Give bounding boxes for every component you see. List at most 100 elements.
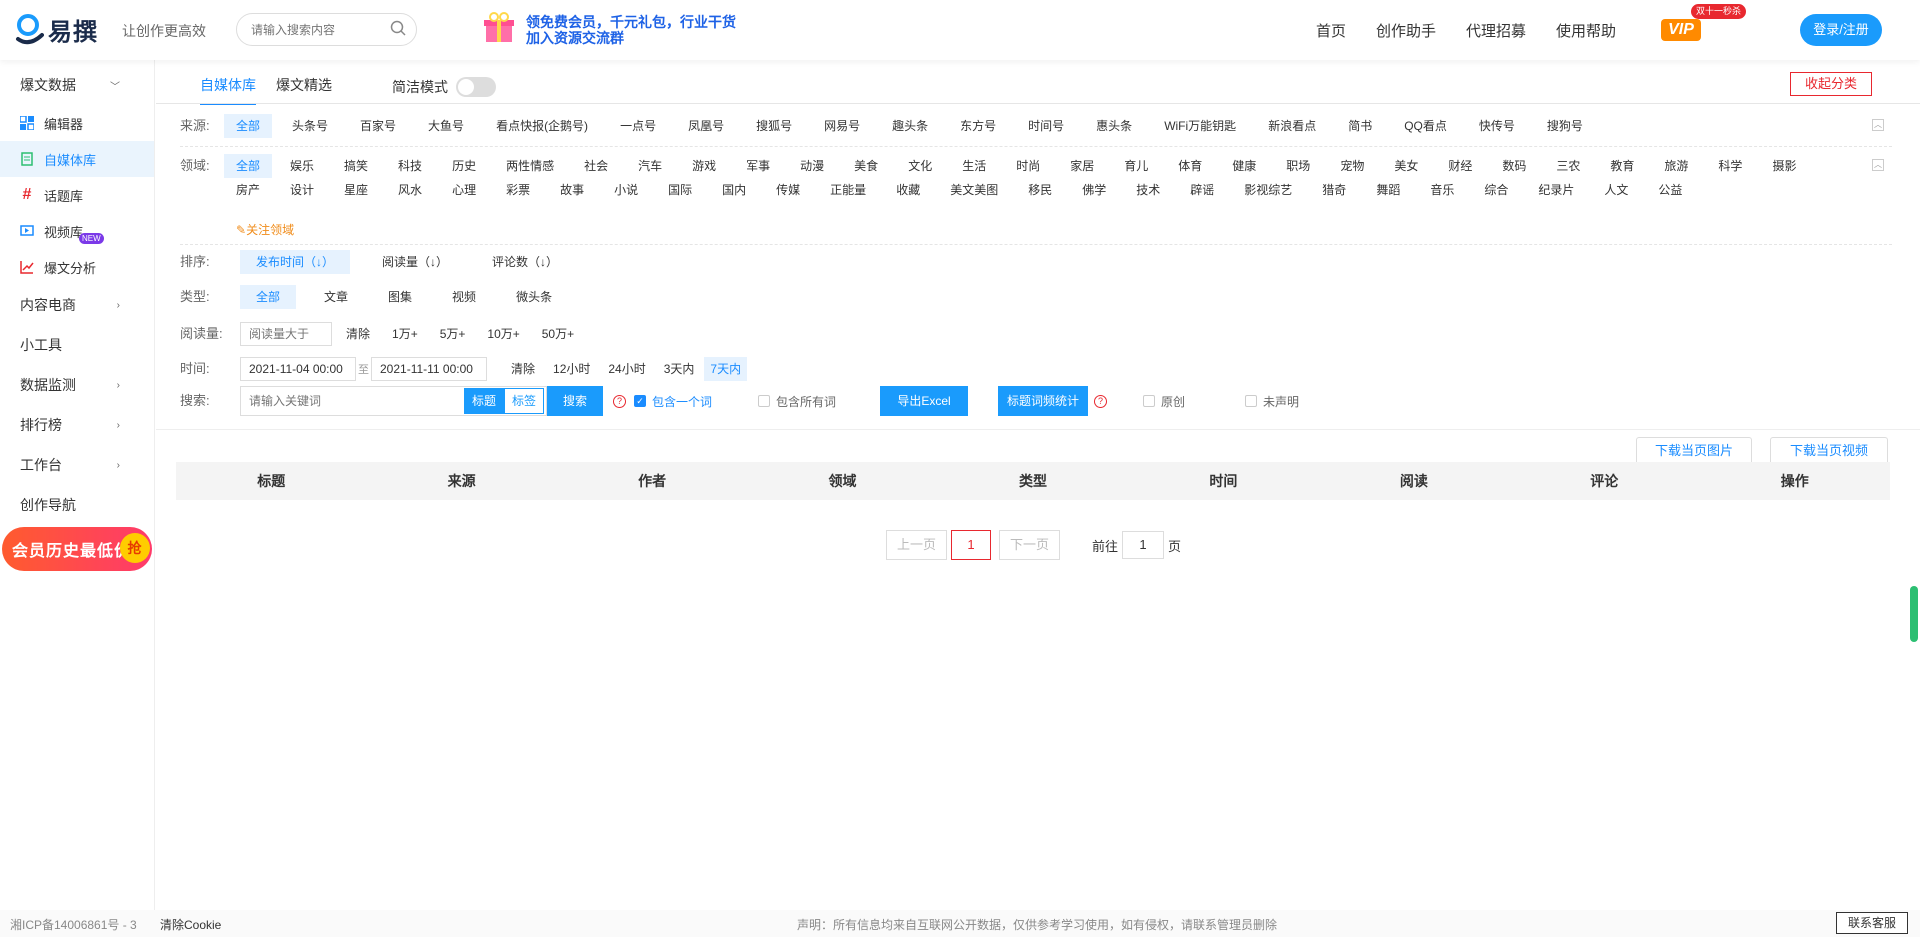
field-option[interactable]: 综合 [1472, 178, 1520, 202]
field-option[interactable]: 移民 [1016, 178, 1064, 202]
source-option[interactable]: 新浪看点 [1256, 114, 1328, 138]
type-article[interactable]: 文章 [312, 285, 360, 309]
logo[interactable]: 易撰 [14, 12, 98, 47]
collapse-categories-button[interactable]: 收起分类 [1790, 72, 1872, 96]
nav-agent-recruit[interactable]: 代理招募 [1466, 20, 1526, 41]
field-option[interactable]: 辟谣 [1178, 178, 1226, 202]
search-button[interactable]: 搜索 [547, 386, 603, 416]
field-option[interactable]: 时尚 [1004, 154, 1052, 178]
field-option[interactable]: 正能量 [818, 178, 878, 202]
field-option[interactable]: 影视综艺 [1232, 178, 1304, 202]
time-start-input[interactable]: 2021-11-04 00:00 [240, 357, 356, 381]
keyword-input[interactable] [241, 387, 464, 415]
goto-page-input[interactable]: 1 [1122, 531, 1165, 559]
source-option[interactable]: 东方号 [948, 114, 1008, 138]
sidebar-group-navigation[interactable]: 创作导航 [0, 485, 154, 525]
field-option[interactable]: 国内 [710, 178, 758, 202]
field-option[interactable]: 风水 [386, 178, 434, 202]
field-option[interactable]: 娱乐 [278, 154, 326, 178]
time-7d[interactable]: 7天内 [704, 357, 748, 381]
field-option[interactable]: 纪录片 [1526, 178, 1586, 202]
field-option[interactable]: 搞笑 [332, 154, 380, 178]
source-option[interactable]: 头条号 [280, 114, 340, 138]
read-clear[interactable]: 清除 [342, 322, 374, 346]
read-500k[interactable]: 50万+ [538, 322, 578, 346]
promo-banner[interactable]: 领免费会员，千元礼包，行业干货 加入资源交流群 [480, 12, 736, 47]
time-clear[interactable]: 清除 [507, 357, 539, 381]
field-option[interactable]: 心理 [440, 178, 488, 202]
clear-cookie-link[interactable]: 清除Cookie [160, 916, 221, 933]
field-option[interactable]: 舞蹈 [1364, 178, 1412, 202]
type-video[interactable]: 视频 [440, 285, 488, 309]
sort-publish-time[interactable]: 发布时间（↓） [240, 250, 351, 274]
field-option[interactable]: 汽车 [626, 154, 674, 178]
field-option[interactable]: 美文美图 [938, 178, 1010, 202]
source-option[interactable]: WiFi万能钥匙 [1152, 114, 1248, 138]
type-gallery[interactable]: 图集 [376, 285, 424, 309]
field-option[interactable]: 猎奇 [1310, 178, 1358, 202]
field-option[interactable]: 宠物 [1328, 154, 1376, 178]
field-option[interactable]: 体育 [1166, 154, 1214, 178]
tab-hot-picks[interactable]: 爆文精选 [276, 75, 332, 105]
field-option[interactable]: 技术 [1124, 178, 1172, 202]
field-option[interactable]: 教育 [1598, 154, 1646, 178]
icp-link[interactable]: 湘ICP备14006861号 - 3 [10, 916, 137, 933]
next-page-button[interactable]: 下一页 [999, 530, 1061, 560]
export-excel-button[interactable]: 导出Excel [880, 386, 969, 416]
contact-support-button[interactable]: 联系客服 [1836, 912, 1908, 934]
field-option[interactable]: 三农 [1544, 154, 1592, 178]
help-icon[interactable]: ? [1094, 394, 1108, 408]
sidebar-group-tools[interactable]: 小工具 [0, 325, 154, 365]
sidebar-group-ranking[interactable]: 排行榜 › [0, 405, 154, 445]
field-option[interactable]: 动漫 [788, 154, 836, 178]
source-option[interactable]: QQ看点 [1392, 114, 1459, 138]
sidebar-item-videos[interactable]: 视频库 [0, 213, 154, 249]
field-option[interactable]: 彩票 [494, 178, 542, 202]
tab-media-library[interactable]: 自媒体库 [200, 75, 256, 105]
top-search-input[interactable] [251, 22, 390, 37]
source-option[interactable]: 趣头条 [880, 114, 940, 138]
top-search-box[interactable] [236, 13, 417, 46]
sort-comments[interactable]: 评论数（↓） [480, 250, 570, 274]
time-end-input[interactable]: 2021-11-11 00:00 [371, 357, 487, 381]
field-option[interactable]: 人文 [1592, 178, 1640, 202]
source-option[interactable]: 看点快报(企鹅号) [484, 114, 600, 138]
sidebar-group-ecommerce[interactable]: 内容电商 › [0, 285, 154, 325]
field-option[interactable]: 设计 [278, 178, 326, 202]
field-option[interactable]: 育儿 [1112, 154, 1160, 178]
nav-home[interactable]: 首页 [1316, 20, 1346, 41]
time-12h[interactable]: 12小时 [549, 357, 594, 381]
field-option[interactable]: 公益 [1646, 178, 1694, 202]
sidebar-item-editor[interactable]: 编辑器 [0, 105, 154, 141]
source-option[interactable]: 快传号 [1467, 114, 1527, 138]
type-micro-headline[interactable]: 微头条 [504, 285, 564, 309]
help-icon[interactable]: ? [613, 394, 626, 408]
field-option[interactable]: 音乐 [1418, 178, 1466, 202]
field-option[interactable]: 财经 [1436, 154, 1484, 178]
time-3d[interactable]: 3天内 [660, 357, 699, 381]
field-option[interactable]: 游戏 [680, 154, 728, 178]
page-scrollbar[interactable] [1910, 586, 1918, 642]
source-option[interactable]: 简书 [1336, 114, 1384, 138]
source-option[interactable]: 一点号 [608, 114, 668, 138]
current-page[interactable]: 1 [951, 530, 992, 560]
source-option[interactable]: 全部 [224, 114, 273, 138]
search-icon[interactable] [390, 20, 406, 39]
sidebar-group-hot[interactable]: 爆文数据 ﹀ [0, 65, 154, 105]
prev-page-button[interactable]: 上一页 [886, 530, 948, 560]
sidebar-item-topics[interactable]: # 话题库 [0, 177, 154, 213]
sidebar-item-media-library[interactable]: 自媒体库 [0, 141, 154, 177]
field-option[interactable]: 数码 [1490, 154, 1538, 178]
read-100k[interactable]: 10万+ [483, 322, 523, 346]
sidebar-item-analysis[interactable]: 爆文分析 [0, 249, 154, 285]
download-images-button[interactable]: 下载当页图片 [1636, 437, 1752, 463]
search-mode-tag[interactable]: 标签 [504, 388, 544, 414]
field-option[interactable]: 摄影 [1760, 154, 1808, 178]
field-option[interactable]: 美女 [1382, 154, 1430, 178]
field-option[interactable]: 生活 [950, 154, 998, 178]
field-option[interactable]: 传媒 [764, 178, 812, 202]
member-promo-banner[interactable]: 会员历史最低价 抢 [2, 527, 152, 571]
nav-creation-assistant[interactable]: 创作助手 [1376, 20, 1436, 41]
time-24h[interactable]: 24小时 [604, 357, 649, 381]
source-option[interactable]: 大鱼号 [416, 114, 476, 138]
